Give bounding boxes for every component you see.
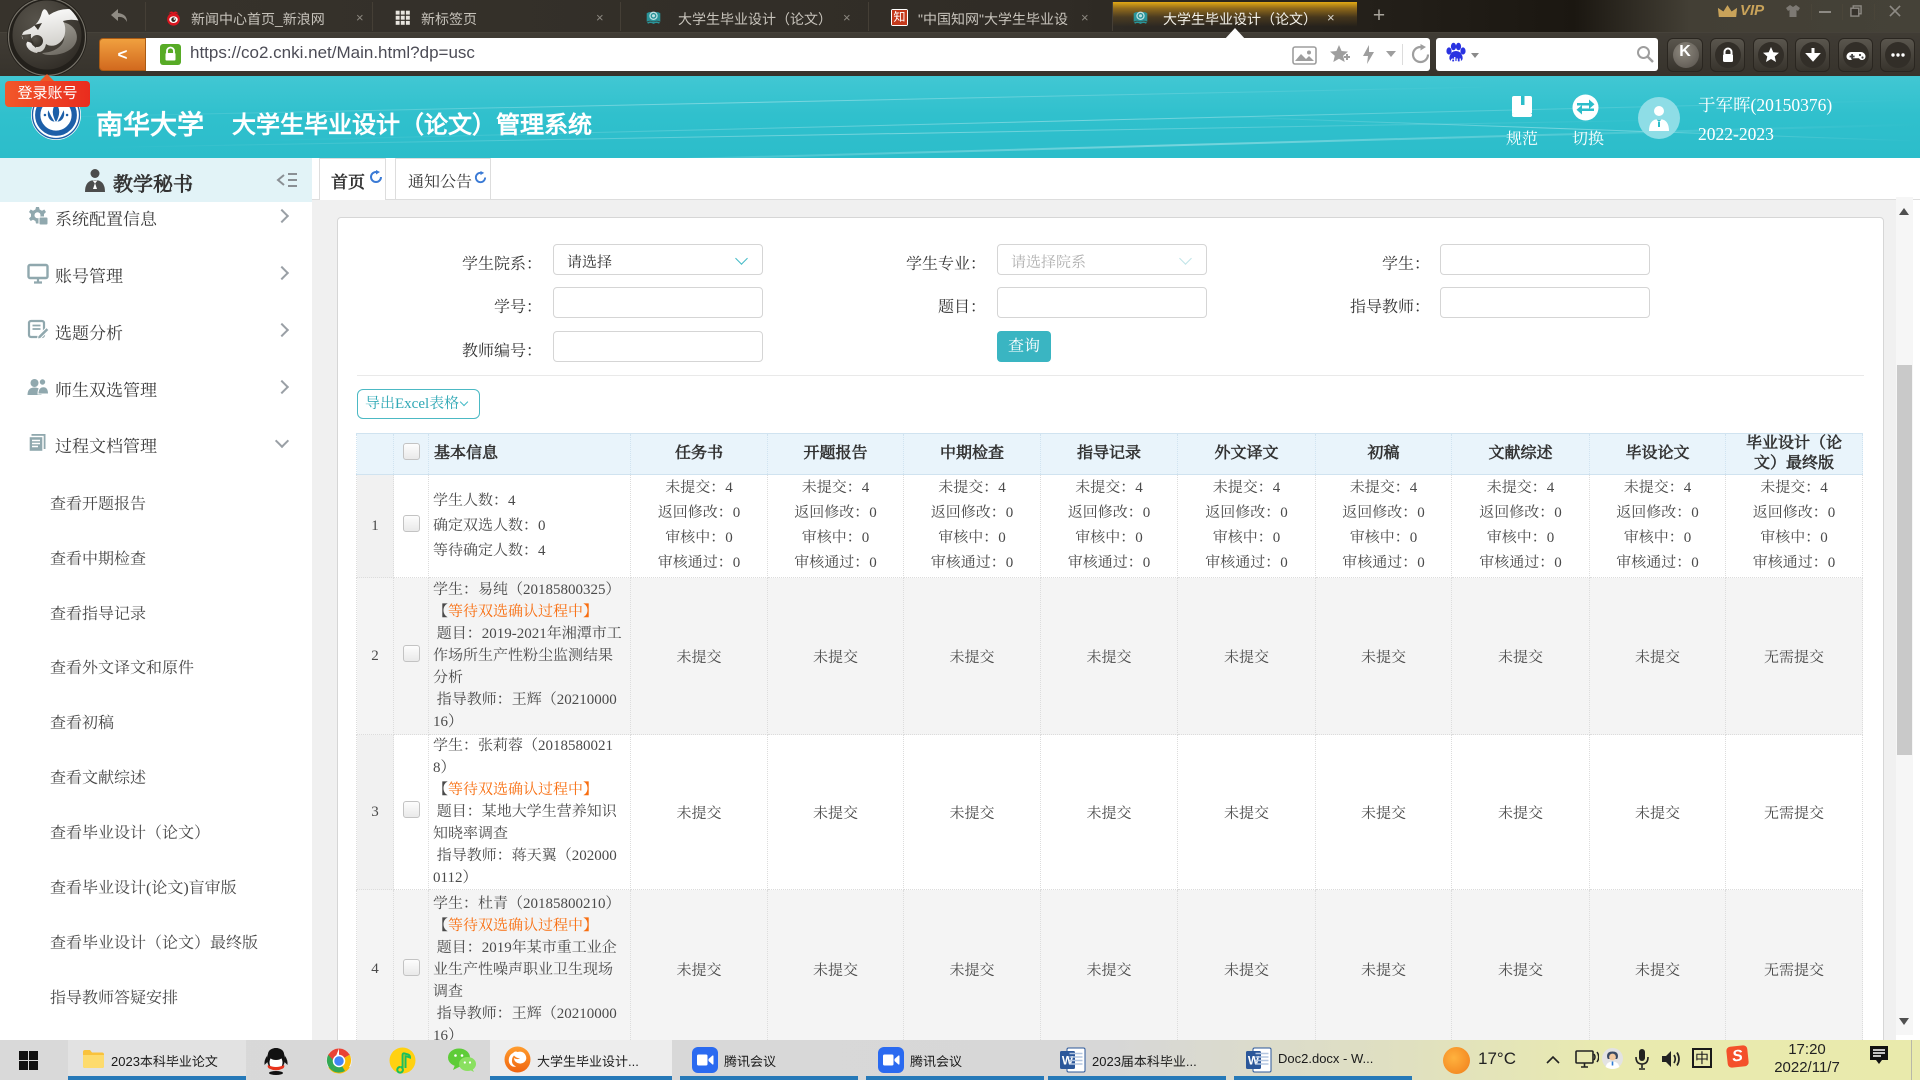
svg-text:du: du [1451, 56, 1462, 66]
